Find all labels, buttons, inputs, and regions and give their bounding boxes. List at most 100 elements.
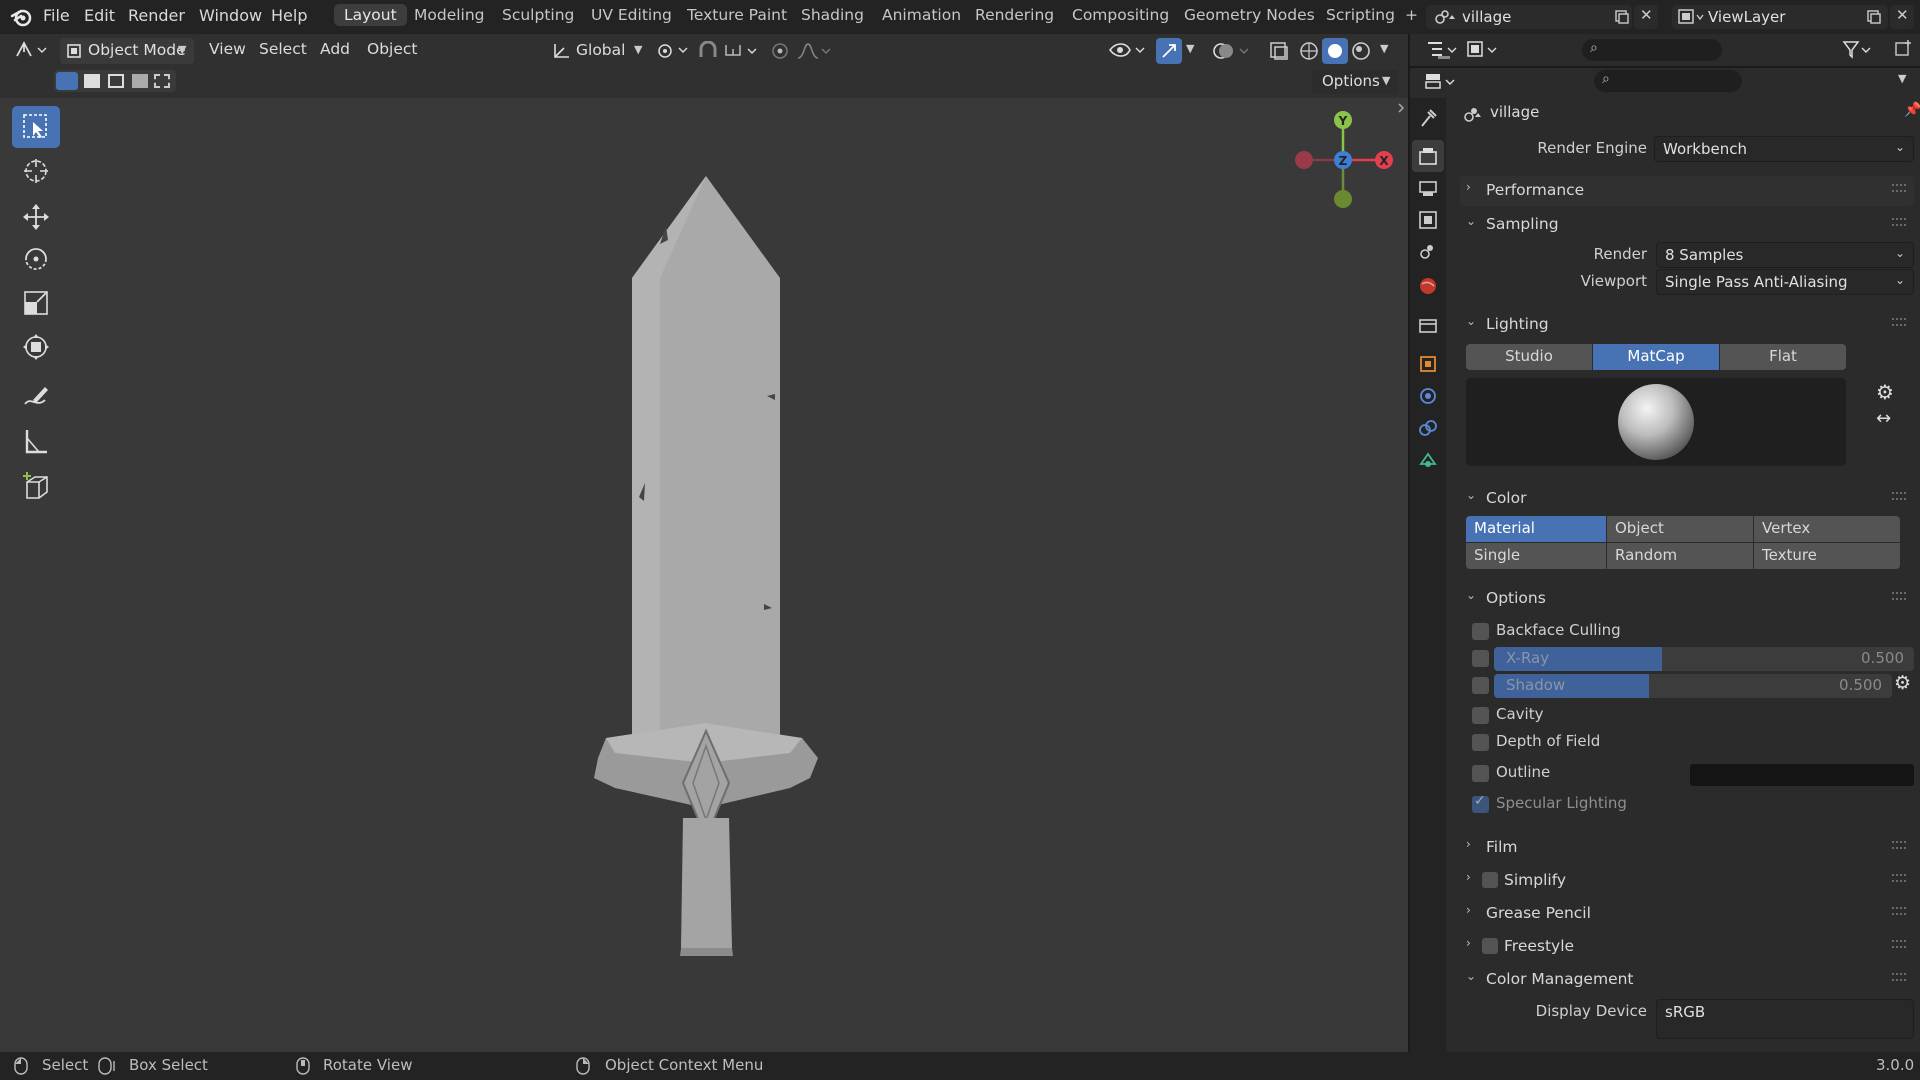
properties-editor-type-icon[interactable]	[1424, 72, 1458, 92]
select-extend-icon[interactable]	[84, 74, 100, 88]
menu-object[interactable]: Object	[367, 40, 417, 58]
gear-icon[interactable]: ⚙	[1894, 672, 1911, 694]
specular-checkbox[interactable]: ✓	[1472, 793, 1489, 813]
section-lighting[interactable]: ⌄ Lighting	[1460, 310, 1914, 340]
drag-handle-icon[interactable]	[1892, 940, 1906, 948]
view-layer-tab-icon[interactable]	[1418, 210, 1438, 230]
output-tab-icon[interactable]	[1418, 178, 1438, 198]
gizmo-toggle-button[interactable]	[1156, 38, 1182, 64]
menu-file[interactable]: File	[43, 6, 70, 25]
tool-cursor[interactable]	[12, 150, 60, 192]
select-invert-icon[interactable]	[132, 74, 148, 88]
matcap-preview[interactable]	[1466, 378, 1846, 466]
section-freestyle[interactable]: › Freestyle	[1460, 932, 1914, 962]
overlays-icon[interactable]	[1212, 40, 1252, 62]
tab-compositing[interactable]: Compositing	[1072, 6, 1169, 24]
outline-row[interactable]: Outline	[1472, 762, 1672, 786]
navigation-gizmo[interactable]: Y X Z	[1295, 111, 1393, 208]
wireframe-shading-icon[interactable]	[1298, 40, 1320, 62]
tool-move[interactable]	[12, 196, 60, 238]
copy-view-layer-icon[interactable]	[1866, 9, 1882, 25]
specular-row[interactable]: ✓ Specular Lighting	[1472, 793, 1692, 817]
drag-handle-icon[interactable]	[1892, 218, 1906, 226]
delete-scene-button[interactable]: ✕	[1634, 5, 1658, 29]
tool-transform[interactable]	[12, 326, 60, 368]
shadow-slider[interactable]: Shadow 0.500	[1494, 674, 1892, 698]
menu-view[interactable]: View	[209, 40, 246, 58]
cavity-row[interactable]: Cavity	[1472, 704, 1672, 728]
outliner-scroll-indicator[interactable]	[1438, 56, 1450, 59]
sampling-render-dropdown[interactable]: 8 Samples ⌄	[1656, 242, 1914, 268]
section-grease-pencil[interactable]: › Grease Pencil	[1460, 899, 1914, 929]
render-engine-dropdown[interactable]: Workbench ⌄	[1654, 136, 1914, 162]
xray-toggle-icon[interactable]	[1268, 40, 1290, 62]
chevron-down-icon[interactable]: ▼	[1186, 42, 1194, 55]
display-mode-icon[interactable]	[1466, 40, 1500, 60]
sampling-viewport-dropdown[interactable]: Single Pass Anti-Aliasing ⌄	[1656, 269, 1914, 295]
scene-tab-icon[interactable]	[1418, 242, 1438, 262]
tool-tab-icon[interactable]	[1418, 108, 1438, 128]
freestyle-checkbox[interactable]	[1482, 938, 1498, 954]
lighting-studio-button[interactable]: Studio	[1466, 344, 1592, 370]
options-dropdown[interactable]: Options ▼	[1312, 70, 1398, 94]
transform-orientation-selector[interactable]: Global ▼	[548, 38, 648, 64]
drag-handle-icon[interactable]	[1892, 318, 1906, 326]
menu-window[interactable]: Window	[199, 6, 262, 25]
color-texture-button[interactable]: Texture	[1754, 543, 1900, 569]
select-intersect-icon[interactable]	[154, 74, 170, 88]
tool-annotate[interactable]	[12, 376, 60, 418]
lighting-flat-button[interactable]: Flat	[1720, 344, 1846, 370]
tab-rendering[interactable]: Rendering	[975, 6, 1054, 24]
shadow-checkbox[interactable]	[1472, 677, 1489, 694]
falloff-icon[interactable]	[796, 41, 832, 61]
color-material-button[interactable]: Material	[1466, 516, 1606, 542]
view-layer-selector[interactable]: ViewLayer	[1672, 5, 1888, 29]
section-film[interactable]: › Film	[1460, 833, 1914, 863]
section-performance[interactable]: › Performance	[1460, 176, 1914, 206]
world-tab-icon[interactable]	[1418, 276, 1438, 296]
tab-sculpting[interactable]: Sculpting	[502, 6, 574, 24]
backface-culling-row[interactable]: Backface Culling	[1472, 620, 1672, 644]
outline-color-swatch[interactable]	[1690, 764, 1914, 786]
backface-culling-checkbox[interactable]	[1472, 623, 1489, 640]
scene-selector[interactable]: village	[1426, 5, 1632, 29]
properties-search-input[interactable]: ⌕	[1594, 70, 1742, 92]
drag-handle-icon[interactable]	[1892, 492, 1906, 500]
tool-measure[interactable]	[12, 420, 60, 462]
menu-select[interactable]: Select	[259, 40, 307, 58]
drag-handle-icon[interactable]	[1892, 874, 1906, 882]
drag-handle-icon[interactable]	[1892, 907, 1906, 915]
tab-texture-paint[interactable]: Texture Paint	[687, 6, 787, 24]
tab-scripting[interactable]: Scripting	[1326, 6, 1395, 24]
dof-row[interactable]: Depth of Field	[1472, 731, 1672, 755]
xray-checkbox[interactable]	[1472, 650, 1489, 667]
tool-add-cube[interactable]	[12, 466, 60, 508]
xray-row[interactable]	[1472, 647, 1496, 671]
collection-tab-icon[interactable]	[1418, 316, 1438, 336]
material-shading-icon[interactable]	[1350, 40, 1372, 62]
select-new-icon[interactable]	[56, 72, 78, 90]
menu-help[interactable]: Help	[271, 6, 307, 25]
menu-add[interactable]: Add	[320, 40, 350, 58]
color-object-button[interactable]: Object	[1607, 516, 1753, 542]
drag-handle-icon[interactable]	[1892, 184, 1906, 192]
section-options[interactable]: ⌄ Options	[1460, 584, 1914, 614]
filter-icon[interactable]	[1842, 40, 1872, 60]
simplify-checkbox[interactable]	[1482, 872, 1498, 888]
xray-slider[interactable]: X-Ray 0.500	[1494, 647, 1914, 671]
visibility-icon[interactable]	[1108, 40, 1148, 60]
new-collection-icon[interactable]	[1894, 39, 1914, 59]
menu-edit[interactable]: Edit	[84, 6, 115, 25]
tab-layout[interactable]: Layout	[334, 4, 407, 26]
drag-handle-icon[interactable]	[1892, 592, 1906, 600]
menu-render[interactable]: Render	[128, 6, 185, 25]
snap-icon[interactable]	[697, 41, 719, 61]
editor-type-icon[interactable]	[14, 40, 48, 60]
outline-checkbox[interactable]	[1472, 765, 1489, 782]
pin-icon[interactable]: 📌	[1904, 102, 1920, 118]
tab-animation[interactable]: Animation	[882, 6, 961, 24]
gear-icon[interactable]: ⚙	[1876, 380, 1894, 404]
lighting-matcap-button[interactable]: MatCap	[1593, 344, 1719, 370]
color-single-button[interactable]: Single	[1466, 543, 1606, 569]
chevron-down-icon[interactable]: ▼	[1898, 72, 1906, 85]
